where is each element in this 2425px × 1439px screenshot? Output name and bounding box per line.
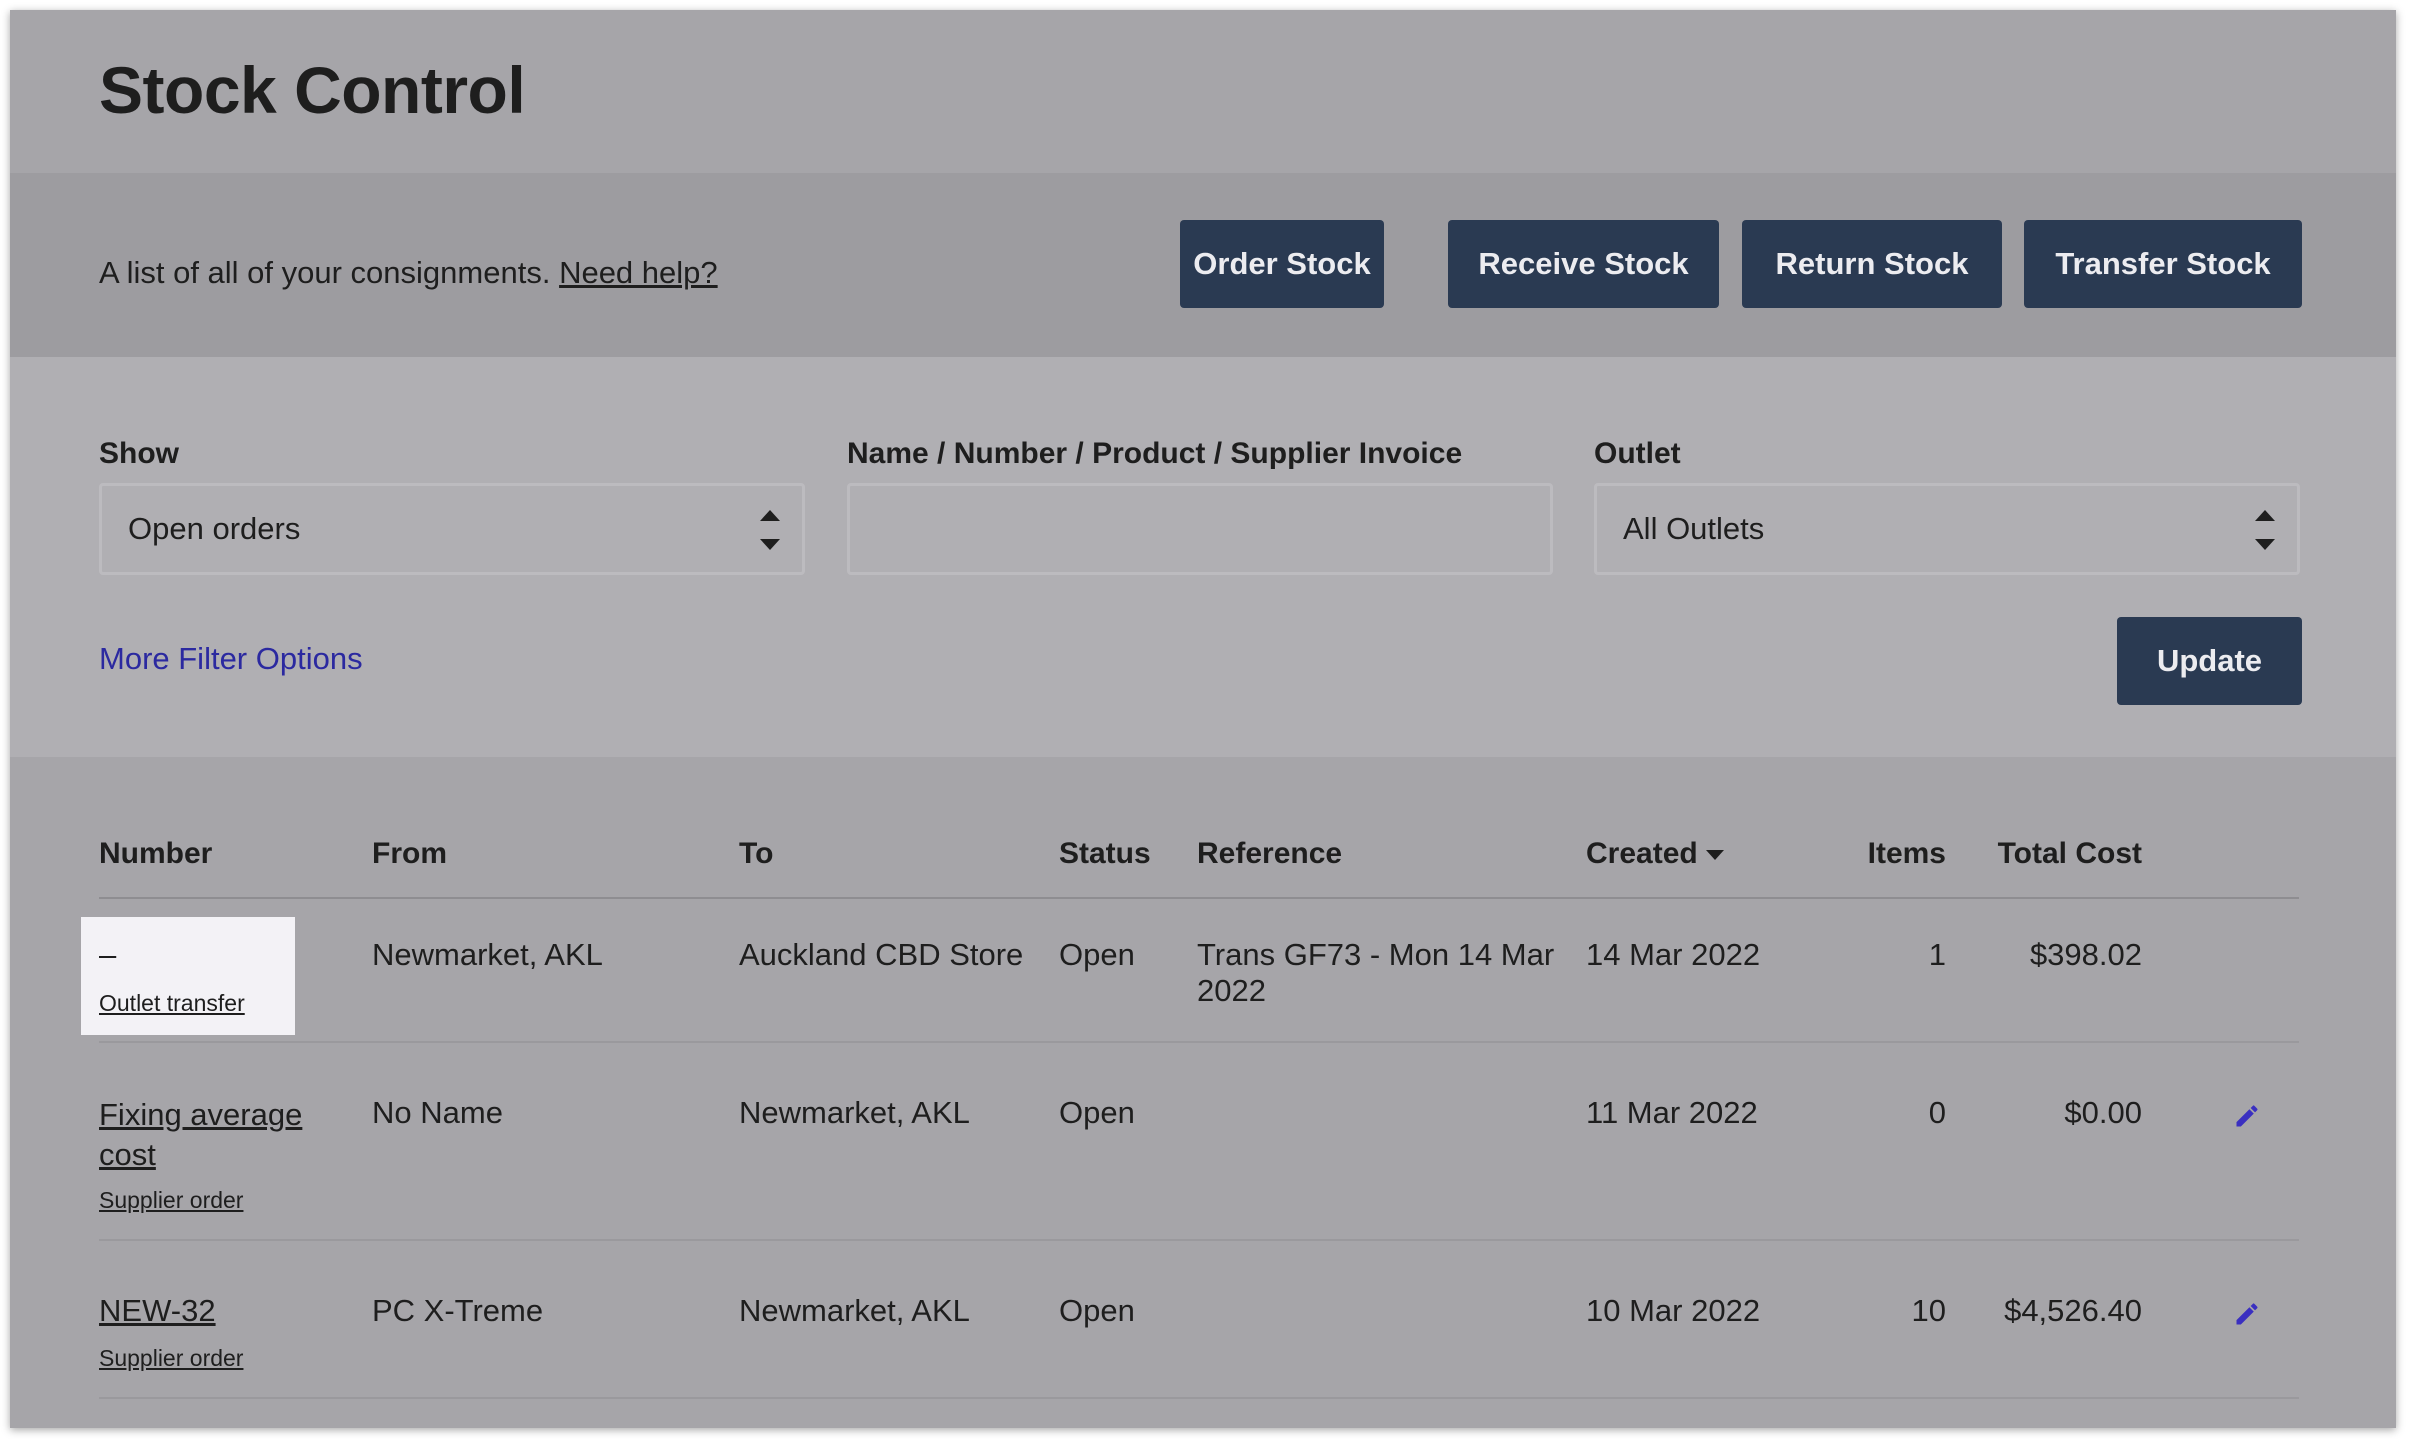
more-filter-options-link[interactable]: More Filter Options [99, 641, 363, 677]
row-divider [99, 1239, 2299, 1241]
row-number-line[interactable]: Fixing average [99, 1097, 302, 1132]
search-label: Name / Number / Product / Supplier Invoi… [847, 437, 1463, 470]
row-from: Newmarket, AKL [372, 937, 603, 972]
row-reference-line: Trans GF73 - Mon 14 Mar [1197, 937, 1555, 972]
row-created: 10 Mar 2022 [1586, 1293, 1761, 1328]
row-total-cost: $0.00 [2064, 1095, 2142, 1130]
column-header-created-label: Created [1586, 837, 1698, 870]
stock-control-window: Stock Control A list of all of your cons… [10, 10, 2396, 1428]
row-from: No Name [372, 1095, 503, 1130]
row-created: 14 Mar 2022 [1586, 937, 1761, 972]
search-field[interactable] [847, 483, 1553, 575]
row-type-link[interactable]: Outlet transfer [99, 990, 245, 1017]
description-text: A list of all of your consignments. [99, 255, 551, 290]
need-help-link[interactable]: Need help? [559, 255, 718, 290]
row-type-link[interactable]: Supplier order [99, 1345, 243, 1372]
spinner-arrows-icon [760, 504, 780, 556]
row-number-text[interactable]: NEW-32 [99, 1293, 216, 1328]
header-divider [99, 897, 2299, 899]
action-bar: A list of all of your consignments. Need… [10, 173, 2396, 357]
row-type-link[interactable]: Supplier order [99, 1187, 243, 1214]
row-total-cost: $398.02 [2029, 937, 2142, 972]
search-input[interactable] [876, 486, 1550, 572]
pencil-icon[interactable] [2233, 1102, 2261, 1130]
column-header-items[interactable]: Items [1792, 837, 1946, 871]
show-label: Show [99, 437, 179, 470]
column-header-total-cost[interactable]: Total Cost [1970, 837, 2142, 871]
row-number-link[interactable]: Fixing average cost [99, 1095, 302, 1175]
caret-down-icon [1705, 850, 1724, 861]
show-select[interactable]: Open orders [99, 483, 805, 575]
row-total-cost: $4,526.40 [2004, 1293, 2142, 1328]
filter-panel: Show Open orders Name / Number / Product… [10, 357, 2396, 757]
transfer-stock-button[interactable]: Transfer Stock [2024, 220, 2302, 308]
row-reference: Trans GF73 - Mon 14 Mar 2022 [1197, 937, 1554, 1009]
column-header-to[interactable]: To [739, 837, 773, 871]
row-number-link[interactable]: NEW-32 [99, 1293, 216, 1329]
row-items: 0 [1928, 1095, 1946, 1130]
row-status: Open [1059, 937, 1135, 972]
column-header-number[interactable]: Number [99, 837, 212, 871]
column-header-status[interactable]: Status [1059, 837, 1151, 871]
consignments-table: Number From To Status Reference Created … [10, 757, 2396, 1428]
update-button[interactable]: Update [2117, 617, 2302, 705]
outlet-select-value: All Outlets [1623, 511, 1765, 546]
row-divider [99, 1041, 2299, 1043]
row-reference-line: 2022 [1197, 973, 1266, 1008]
return-stock-button[interactable]: Return Stock [1742, 220, 2002, 308]
row-status: Open [1059, 1095, 1135, 1130]
column-header-created[interactable]: Created [1586, 837, 1724, 871]
row-items: 1 [1928, 937, 1946, 972]
page-description: A list of all of your consignments. Need… [99, 255, 718, 291]
highlighted-cell [81, 917, 295, 1035]
outlet-label: Outlet [1594, 437, 1681, 470]
row-divider [99, 1397, 2299, 1399]
row-created: 11 Mar 2022 [1586, 1095, 1758, 1130]
row-from: PC X-Treme [372, 1293, 544, 1328]
title-bar: Stock Control [10, 10, 2396, 173]
outlet-select[interactable]: All Outlets [1594, 483, 2300, 575]
row-status: Open [1059, 1293, 1135, 1328]
show-select-value: Open orders [128, 511, 301, 546]
row-to: Newmarket, AKL [739, 1095, 970, 1130]
page-title: Stock Control [99, 53, 526, 127]
row-number-line[interactable]: cost [99, 1137, 156, 1172]
row-number: – [99, 937, 117, 972]
row-items: 10 [1911, 1293, 1946, 1328]
pencil-icon[interactable] [2233, 1300, 2261, 1328]
order-stock-button[interactable]: Order Stock [1180, 220, 1384, 308]
row-to: Newmarket, AKL [739, 1293, 970, 1328]
spinner-arrows-icon [2255, 504, 2275, 556]
column-header-reference[interactable]: Reference [1197, 837, 1342, 871]
receive-stock-button[interactable]: Receive Stock [1448, 220, 1719, 308]
row-to: Auckland CBD Store [739, 937, 1024, 972]
column-header-from[interactable]: From [372, 837, 447, 871]
